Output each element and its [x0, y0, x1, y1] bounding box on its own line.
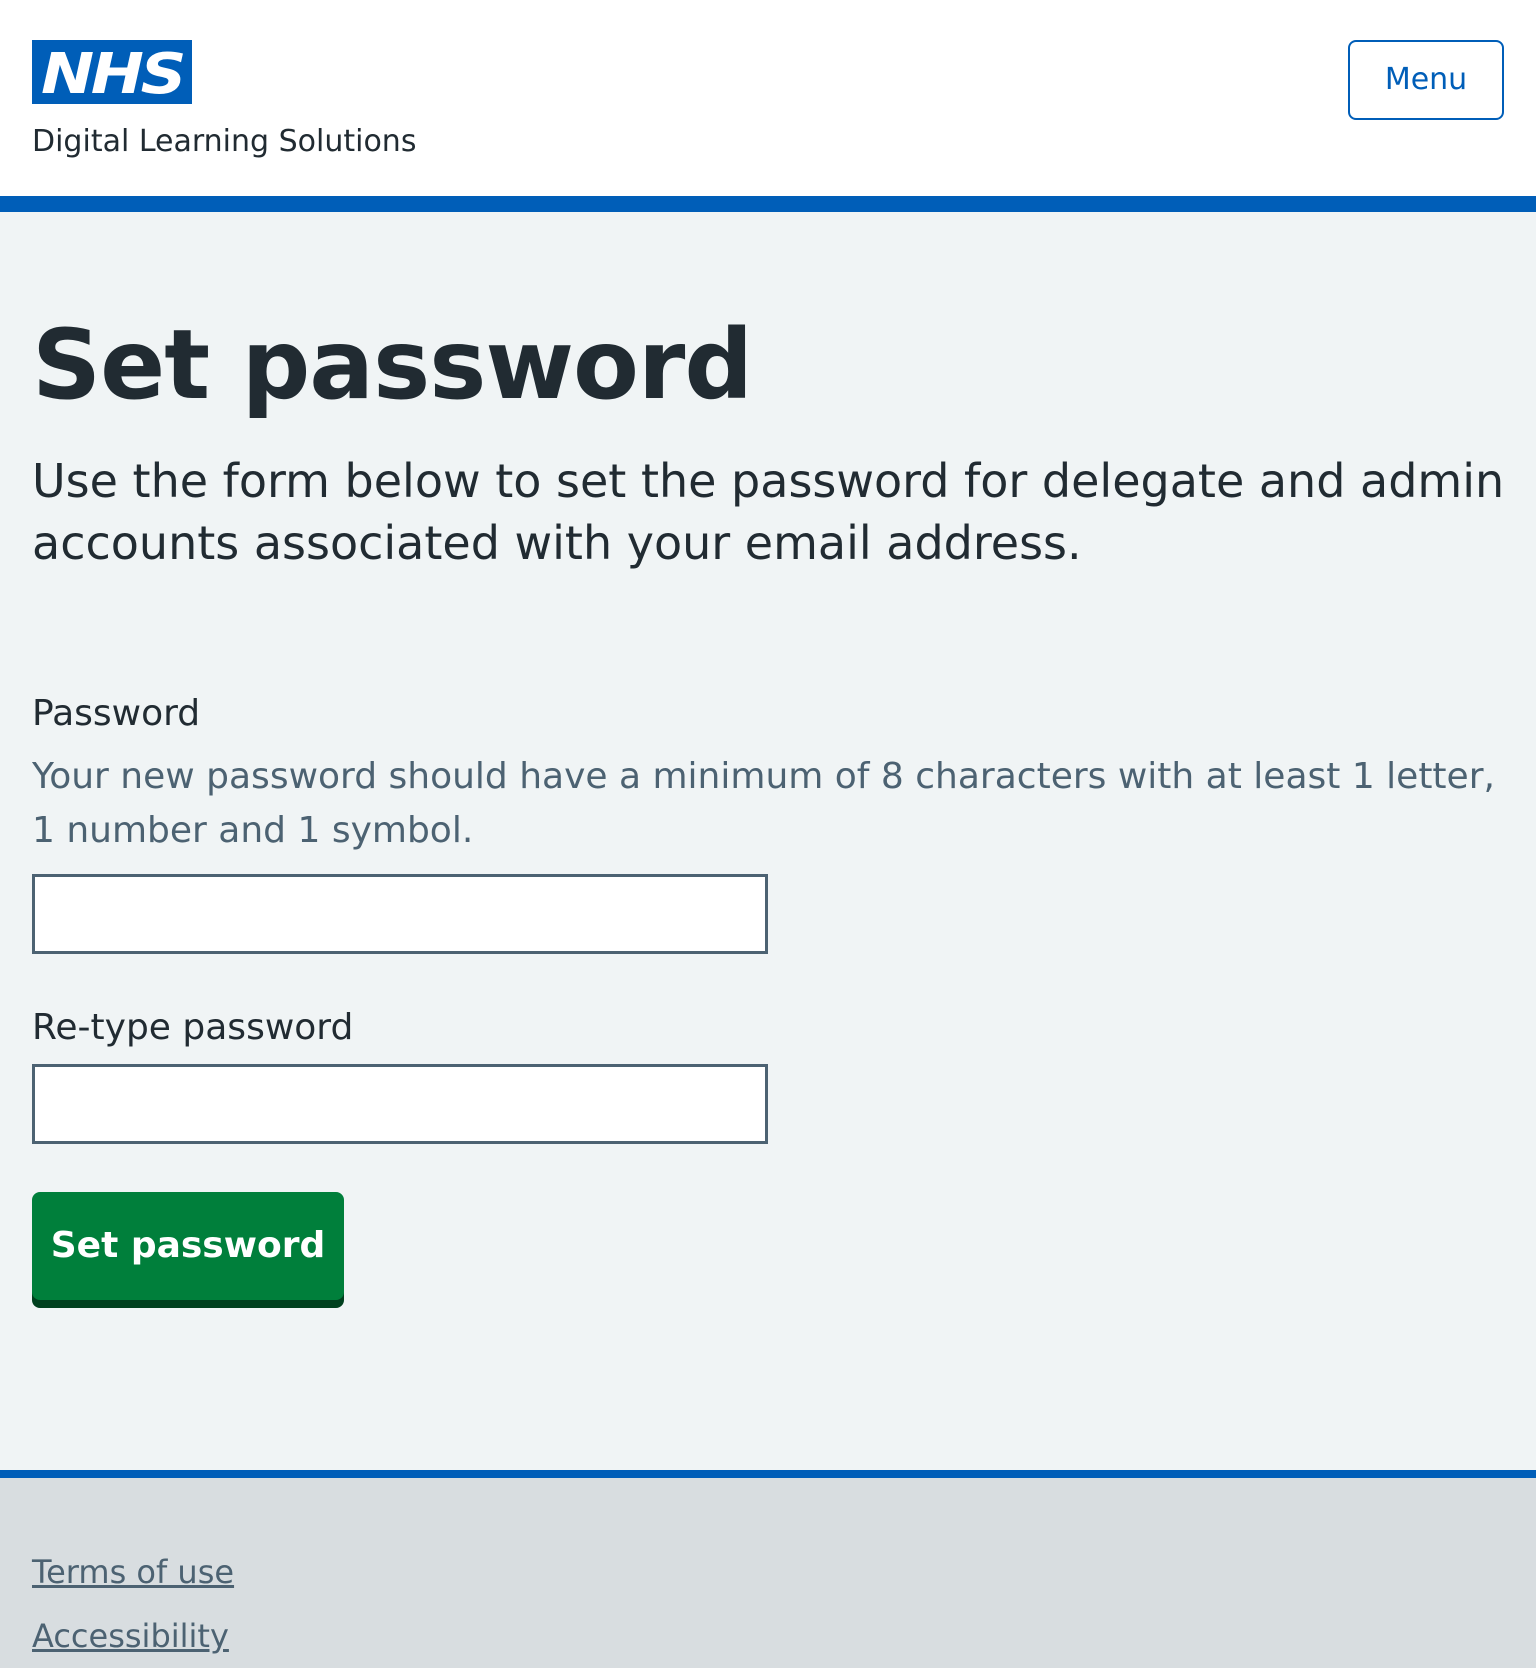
retype-password-input[interactable]	[32, 1064, 768, 1144]
service-name[interactable]: Digital Learning Solutions	[32, 122, 416, 162]
site-header: NHS Digital Learning Solutions Menu	[0, 0, 1536, 212]
footer-link-terms-of-use[interactable]: Terms of use	[32, 1552, 234, 1592]
password-input[interactable]	[32, 874, 768, 954]
set-password-button[interactable]: Set password	[32, 1192, 344, 1300]
site-footer: Terms of use Accessibility	[0, 1470, 1536, 1668]
page-title: Set password	[32, 309, 753, 421]
password-label: Password	[32, 693, 201, 734]
password-hint: Your new password should have a minimum …	[32, 756, 1495, 851]
nhs-logo[interactable]: NHS	[32, 40, 192, 104]
menu-button[interactable]: Menu	[1348, 40, 1504, 120]
retype-password-label: Re-type password	[32, 1007, 354, 1048]
svg-text:NHS: NHS	[41, 42, 184, 104]
footer-link-accessibility[interactable]: Accessibility	[32, 1616, 229, 1656]
page-lede: Use the form below to set the password f…	[32, 454, 1505, 570]
